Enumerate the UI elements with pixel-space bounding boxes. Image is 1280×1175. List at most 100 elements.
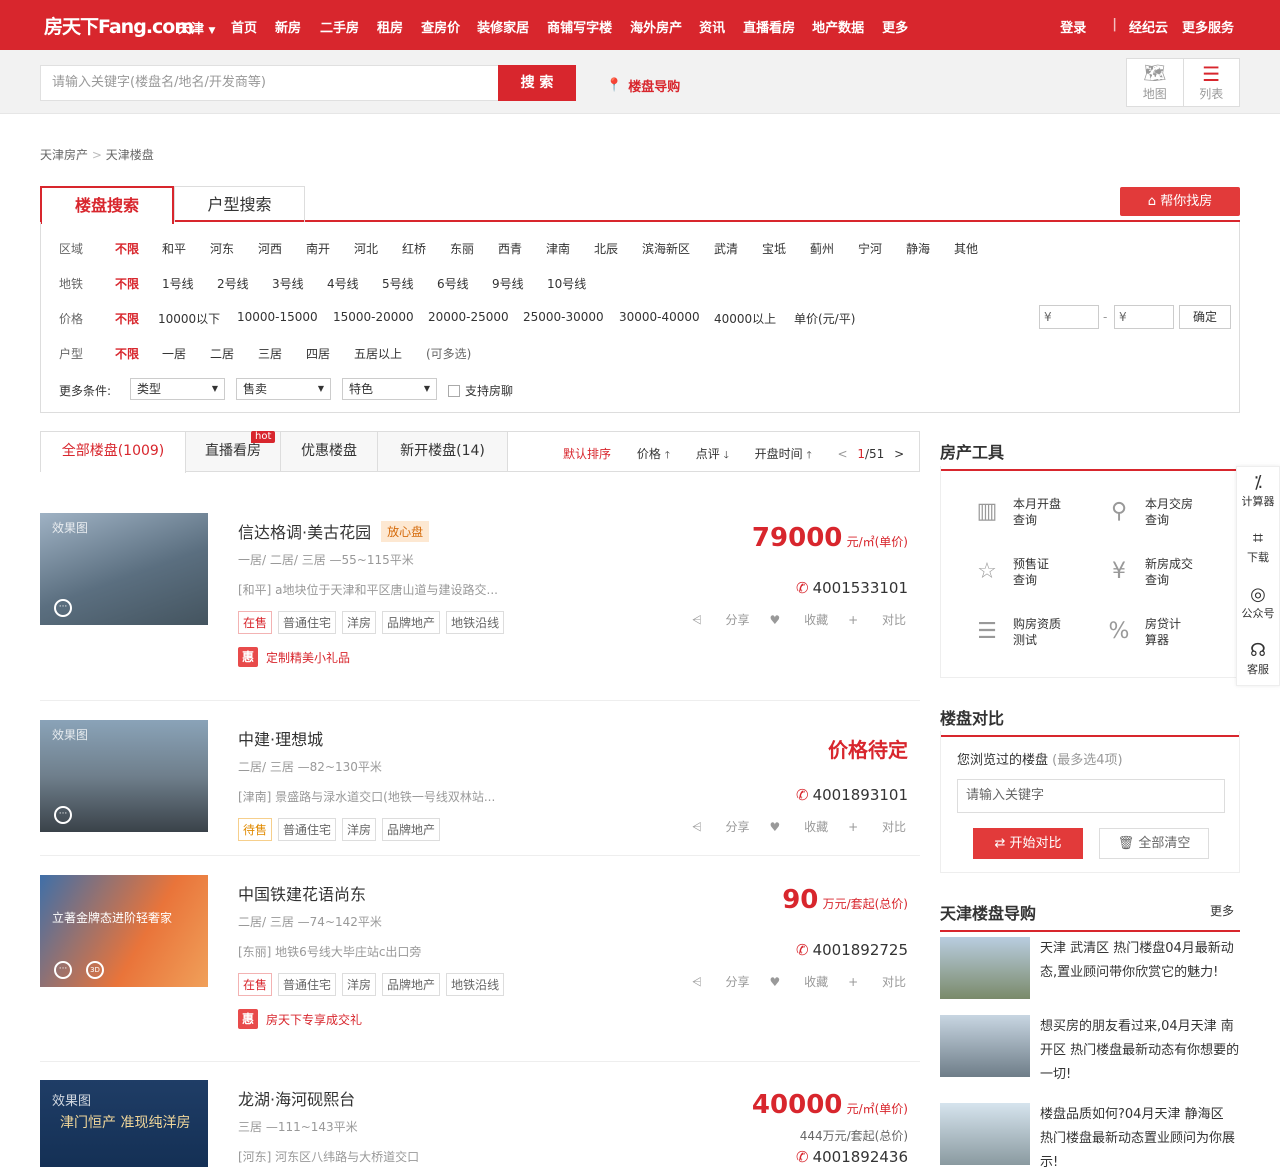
feature-select[interactable]: 特色 <box>342 378 437 400</box>
guide-item[interactable]: 想买房的朋友看过来,04月天津 南开区 热门楼盘最新动态有你想要的一切! <box>940 1015 1240 1087</box>
type-select[interactable]: 类型 <box>130 378 225 400</box>
filter-option[interactable]: 9号线 <box>492 275 524 292</box>
sort-open-time[interactable]: 开盘时间 🡑 <box>755 447 812 461</box>
tab-project-search[interactable]: 楼盘搜索 <box>40 186 174 224</box>
filter-option[interactable]: 不限 <box>115 275 139 292</box>
filter-option[interactable]: 一居 <box>162 345 186 362</box>
tool-delivery-this-month[interactable]: ⚲ 本月交房查询 <box>1103 496 1197 528</box>
filter-option[interactable]: 40000以上 <box>714 310 776 327</box>
nav-home[interactable]: 首页 <box>231 17 257 36</box>
filter-option[interactable]: 10000-15000 <box>237 310 318 324</box>
promo-row[interactable]: 惠定制精美小礼品 <box>238 647 350 667</box>
filter-option[interactable]: 三居 <box>258 345 282 362</box>
tool-new-deals[interactable]: ¥ 新房成交查询 <box>1103 556 1197 588</box>
compare-button[interactable]: + 对比 <box>848 820 906 834</box>
tab-all-projects[interactable]: 全部楼盘(1009) <box>41 432 186 473</box>
chat-icon[interactable]: ··· <box>54 806 72 824</box>
favorite-button[interactable]: ♥ 收藏 <box>770 820 829 834</box>
filter-option[interactable]: 静海 <box>906 240 930 257</box>
price-max-input[interactable]: ¥ <box>1114 305 1174 329</box>
listing-phone[interactable]: ✆ 4001533101 <box>796 579 908 597</box>
filter-option[interactable]: 河东 <box>210 240 234 257</box>
favorite-button[interactable]: ♥ 收藏 <box>770 975 829 989</box>
filter-option[interactable]: 滨海新区 <box>642 240 690 257</box>
promo-row[interactable]: 惠房天下专享成交礼 <box>238 1009 362 1029</box>
filter-option[interactable]: 20000-25000 <box>428 310 509 324</box>
start-compare-button[interactable]: ⇄ 开始对比 <box>973 828 1083 859</box>
filter-option[interactable]: 北辰 <box>594 240 618 257</box>
listing-phone[interactable]: ✆ 4001892725 <box>796 941 908 959</box>
filter-option[interactable]: 宝坻 <box>762 240 786 257</box>
tab-new-open[interactable]: 新开楼盘(14) <box>378 432 508 471</box>
search-button[interactable]: 搜 索 <box>498 65 576 101</box>
site-logo[interactable]: 房天下Fang.com <box>44 12 194 39</box>
listing-image[interactable]: 效果图 ··· <box>40 513 208 625</box>
filter-option[interactable]: 25000-30000 <box>523 310 604 324</box>
sidebar-customer-service[interactable]: ☊ 客服 <box>1237 635 1279 691</box>
sort-default[interactable]: 默认排序 <box>563 447 611 461</box>
tool-presale-cert[interactable]: ☆ 预售证查询 <box>971 556 1053 588</box>
listing-title[interactable]: 中建·理想城 <box>238 726 323 750</box>
price-min-input[interactable]: ¥ <box>1039 305 1099 329</box>
filter-option[interactable]: 其他 <box>954 240 978 257</box>
filter-option[interactable]: 10号线 <box>547 275 586 292</box>
share-button[interactable]: ⩤ 分享 <box>692 975 749 989</box>
listing-title[interactable]: 信达格调·美古花园 放心盘 <box>238 519 430 543</box>
filter-option[interactable]: 东丽 <box>450 240 474 257</box>
favorite-button[interactable]: ♥ 收藏 <box>770 613 829 627</box>
filter-option[interactable]: 红桥 <box>402 240 426 257</box>
tab-layout-search[interactable]: 户型搜索 <box>174 186 305 222</box>
chat-icon[interactable]: ··· <box>54 961 72 979</box>
more-services-link[interactable]: 更多服务 <box>1182 17 1234 36</box>
broker-link[interactable]: 经纪云 <box>1129 17 1168 36</box>
chat-icon[interactable]: ··· <box>54 599 72 617</box>
filter-option[interactable]: 河西 <box>258 240 282 257</box>
clear-all-button[interactable]: 🗑 全部清空 <box>1099 828 1209 859</box>
nav-rent[interactable]: 租房 <box>377 17 403 36</box>
guide-item[interactable]: 天津 武清区 热门楼盘04月最新动态,置业顾问带你欣赏它的魅力! <box>940 937 1240 1001</box>
nav-news[interactable]: 资讯 <box>699 17 725 36</box>
filter-option[interactable]: 3号线 <box>272 275 304 292</box>
listing-image[interactable]: 效果图 津门恒产 准现纯洋房 <box>40 1080 208 1167</box>
listing-address[interactable]: [津南] 景盛路与渌水道交口(地铁一号线双林站... <box>238 788 495 805</box>
price-confirm-button[interactable]: 确定 <box>1179 305 1231 329</box>
breadcrumb-item[interactable]: 天津楼盘 <box>106 148 154 162</box>
prev-page-icon[interactable]: < <box>837 447 847 461</box>
nav-price[interactable]: 查房价 <box>421 17 460 36</box>
filter-option[interactable]: 15000-20000 <box>333 310 414 324</box>
filter-option[interactable]: 四居 <box>306 345 330 362</box>
filter-option[interactable]: 和平 <box>162 240 186 257</box>
tool-eligibility-test[interactable]: ☰ 购房资质测试 <box>971 616 1065 648</box>
filter-option[interactable]: 1号线 <box>162 275 194 292</box>
listing-title[interactable]: 中国铁建花语尚东 <box>238 881 366 905</box>
filter-option[interactable]: 4号线 <box>327 275 359 292</box>
list-view-button[interactable]: ☰ 列表 <box>1182 59 1240 106</box>
filter-option[interactable]: 二居 <box>210 345 234 362</box>
support-chat-checkbox[interactable]: 支持房聊 <box>448 382 513 399</box>
share-button[interactable]: ⩤ 分享 <box>692 820 749 834</box>
sidebar-calculator[interactable]: ⁒ 计算器 <box>1237 467 1279 523</box>
filter-option[interactable]: 河北 <box>354 240 378 257</box>
nav-new-house[interactable]: 新房 <box>275 17 301 36</box>
filter-option[interactable]: 2号线 <box>217 275 249 292</box>
filter-option[interactable]: 西青 <box>498 240 522 257</box>
filter-option[interactable]: 5号线 <box>382 275 414 292</box>
breadcrumb-item[interactable]: 天津房产 <box>40 148 88 162</box>
sidebar-official-account[interactable]: ◎ 公众号 <box>1237 579 1279 635</box>
sidebar-download[interactable]: ⌗ 下载 <box>1237 523 1279 579</box>
compare-search-input[interactable]: 请输入关键字 <box>957 779 1225 813</box>
city-selector[interactable]: 天津 ▼ <box>178 18 215 37</box>
next-page-icon[interactable]: > <box>894 447 904 461</box>
listing-image[interactable]: 效果图 ··· <box>40 720 208 832</box>
filter-option[interactable]: 10000以下 <box>158 310 220 327</box>
guide-more-link[interactable]: 更多 <box>1210 902 1234 919</box>
nav-overseas[interactable]: 海外房产 <box>630 17 682 36</box>
listing-address[interactable]: [和平] a地块位于天津和平区唐山道与建设路交... <box>238 581 498 598</box>
guide-link[interactable]: 📍 楼盘导购 <box>606 76 680 95</box>
filter-option[interactable]: 武清 <box>714 240 738 257</box>
tab-discount[interactable]: 优惠楼盘 <box>281 432 378 471</box>
filter-option[interactable]: 30000-40000 <box>619 310 700 324</box>
listing-title[interactable]: 龙湖·海河砚熙台 <box>238 1086 355 1110</box>
login-link[interactable]: 登录 <box>1060 17 1086 36</box>
compare-button[interactable]: + 对比 <box>848 613 906 627</box>
